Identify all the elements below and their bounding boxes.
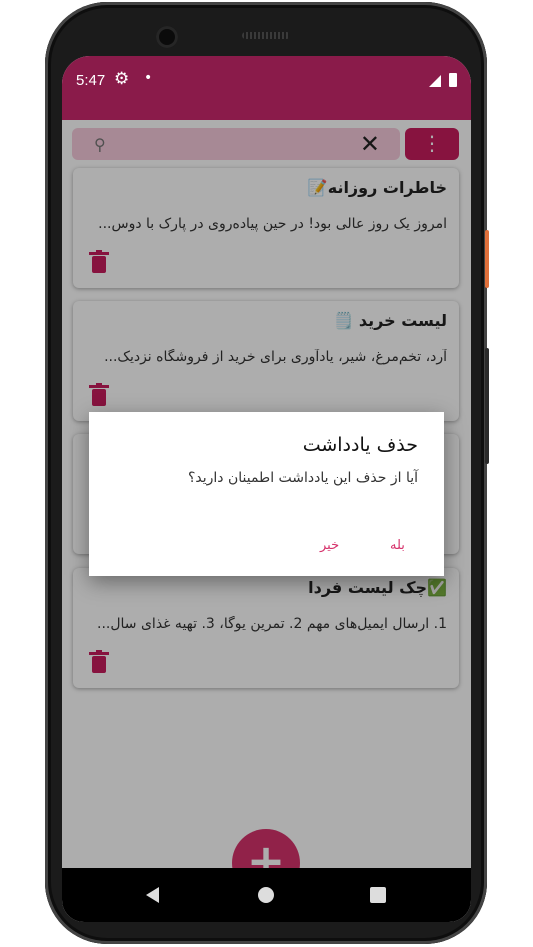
notification-dot-icon: • — [144, 70, 153, 86]
signal-icon — [429, 75, 441, 87]
earpiece-speaker — [242, 32, 290, 39]
status-time: 5:47 — [76, 72, 106, 89]
back-icon[interactable] — [146, 887, 159, 903]
navigation-bar — [62, 868, 471, 922]
delete-note-dialog: حذف یادداشت آیا از حذف این یادداشت اطمین… — [89, 412, 444, 576]
side-button-volume — [485, 230, 489, 288]
dialog-message: آیا از حذف این یادداشت اطمینان دارید؟ — [187, 470, 418, 486]
home-icon[interactable] — [258, 887, 274, 903]
side-button-power — [485, 348, 489, 464]
recents-icon[interactable] — [370, 887, 386, 903]
gear-icon: ⚙ — [114, 69, 130, 89]
battery-icon — [449, 73, 457, 87]
cancel-button[interactable]: خیر — [320, 538, 339, 553]
status-bar: 5:47 ⚙ • — [62, 56, 471, 120]
dialog-title: حذف یادداشت — [302, 434, 418, 456]
front-camera — [156, 26, 178, 48]
confirm-button[interactable]: بله — [390, 538, 405, 553]
